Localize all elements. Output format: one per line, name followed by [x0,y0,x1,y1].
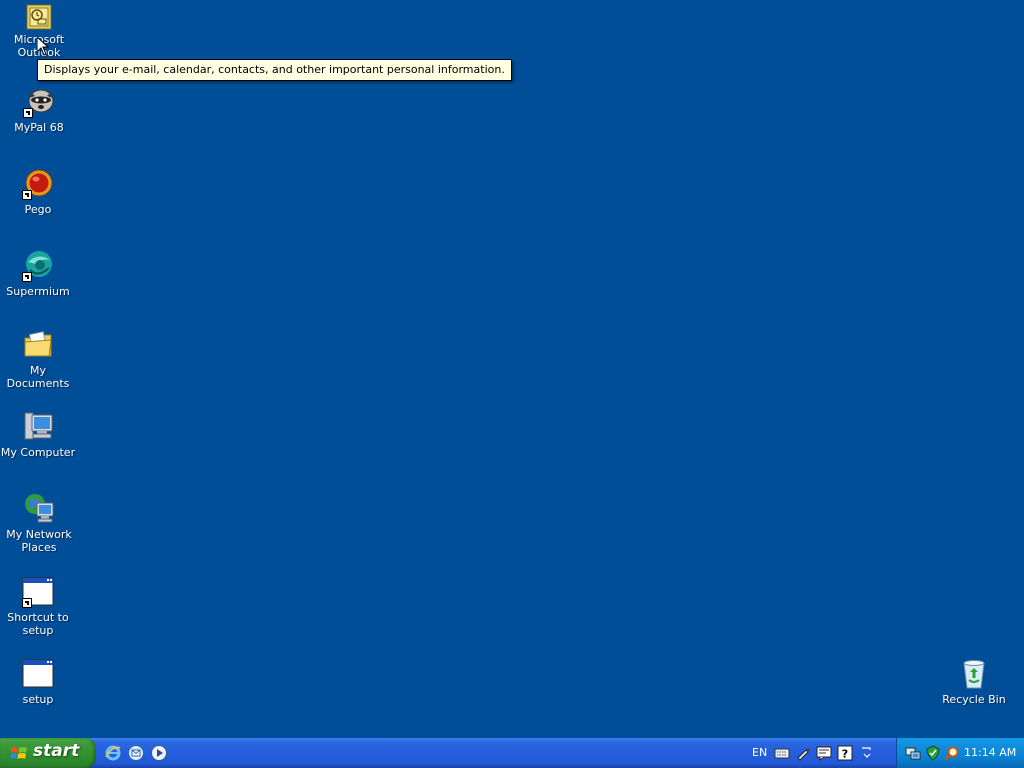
desktop-icon-label: My Computer [0,446,76,459]
security-shield-icon[interactable] [925,745,941,761]
mouse-cursor-icon [37,37,49,56]
help-icon[interactable]: ? [837,745,853,761]
desktop-icon-label: My Documents [6,364,70,390]
shortcut-arrow-icon [22,272,32,282]
window-icon [22,658,54,690]
pen-icon[interactable] [795,745,811,761]
language-bar-options-icon[interactable] [859,745,875,761]
internet-explorer-icon[interactable] [104,744,122,762]
window-icon [22,576,54,608]
folder-icon [22,329,54,361]
desktop-icon-setup[interactable]: setup [0,658,76,706]
mypal-raccoon-icon [23,86,55,118]
desktop-icon-label: Supermium [6,285,70,298]
start-label: start [33,741,80,761]
pego-icon [22,168,54,200]
desktop-icon-my-computer[interactable]: My Computer [0,411,76,459]
desktop-icon-label: Recycle Bin [942,693,1006,706]
outlook-icon [26,4,52,30]
speech-icon[interactable] [816,745,832,761]
desktop-icon-mypal[interactable]: MyPal 68 [1,86,77,134]
desktop-icon-label: My Network Places [6,528,72,554]
network-icon [23,493,55,525]
clock[interactable]: 11:14 AM [964,746,1016,759]
taskbar: start EN ? 11:14 AM [0,738,1024,768]
desktop-icon-recycle-bin[interactable]: Recycle Bin [936,658,1012,706]
system-tray: 11:14 AM [896,738,1024,768]
shortcut-arrow-icon [23,108,33,118]
svg-text:?: ? [842,748,848,761]
search-magnifier-icon[interactable] [944,745,960,761]
supermium-icon [22,250,54,282]
media-player-icon[interactable] [150,744,168,762]
desktop-icon-supermium[interactable]: Supermium [0,250,76,298]
desktop-icon-my-network-places[interactable]: My Network Places [1,493,77,554]
tooltip: Displays your e-mail, calendar, contacts… [37,59,512,81]
desktop[interactable]: Microsoft Outlook MyPal 68 [0,0,1024,738]
shortcut-arrow-icon [22,190,32,200]
computer-icon [22,411,54,443]
desktop-icon-label: setup [22,693,54,706]
desktop-icon-label: Pego [24,203,52,216]
outlook-express-icon[interactable] [127,744,145,762]
desktop-icon-label: Shortcut to setup [7,611,69,637]
desktop-icon-label: MyPal 68 [14,121,64,134]
desktop-icon-shortcut-to-setup[interactable]: Shortcut to setup [0,576,76,637]
shortcut-arrow-icon [22,598,32,608]
desktop-icon-pego[interactable]: Pego [0,168,76,216]
start-button[interactable]: start [0,738,96,768]
network-connection-icon[interactable] [905,745,921,761]
desktop-icon-my-documents[interactable]: My Documents [0,329,76,390]
windows-logo-icon [10,747,27,759]
language-indicator[interactable]: EN [752,746,767,759]
recycle-bin-icon [958,658,990,690]
keyboard-icon[interactable] [774,745,790,761]
